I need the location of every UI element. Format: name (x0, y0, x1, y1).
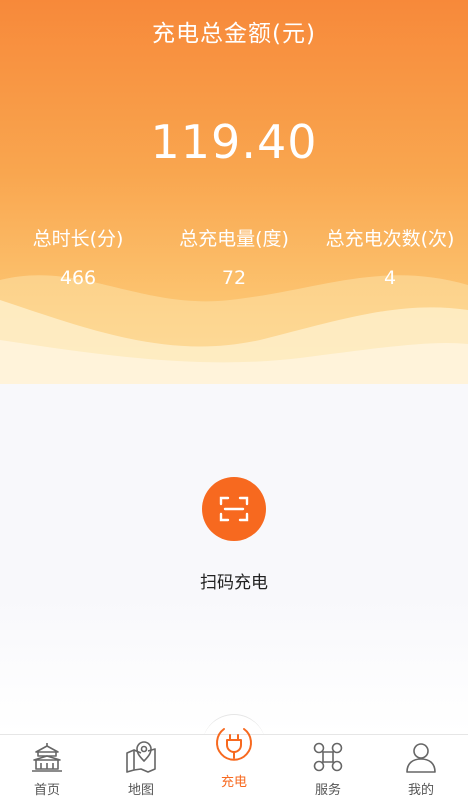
nav-label: 服务 (314, 783, 341, 798)
nav-item-mine[interactable]: 我的 (374, 735, 468, 800)
nav-label: 地图 (127, 783, 154, 798)
nav-label: 我的 (407, 783, 434, 798)
stat-label: 总充电次数(次) (325, 228, 455, 250)
scan-charge-button[interactable] (202, 477, 266, 541)
nav-item-map[interactable]: 地图 (94, 735, 188, 800)
bottom-nav: 首页 地图 充电 服务 我的 (0, 728, 468, 800)
total-amount-title: 充电总金额(元) (152, 21, 316, 47)
main-content: 扫码充电 (0, 384, 468, 734)
plug-icon (216, 728, 252, 761)
service-icon (313, 742, 343, 772)
temple-icon (32, 743, 62, 772)
nav-label: 充电 (220, 775, 247, 790)
stat-label: 总充电量(度) (179, 228, 289, 250)
nav-item-home[interactable]: 首页 (0, 735, 94, 800)
stat-value: 466 (59, 267, 97, 289)
stat-total-duration: 总时长(分) 466 (0, 224, 156, 289)
total-amount-value: 119.40 (150, 115, 318, 169)
map-pin-icon (126, 741, 156, 773)
user-icon (406, 743, 436, 773)
nav-item-charge[interactable]: 充电 (187, 728, 281, 800)
scan-icon (219, 496, 249, 522)
stat-total-count: 总充电次数(次) 4 (312, 224, 468, 289)
summary-header: 充电总金额(元) 119.40 总时长(分) 466 总充电量(度) 72 总充… (0, 0, 468, 384)
stat-value: 72 (221, 267, 247, 289)
stat-total-energy: 总充电量(度) 72 (156, 224, 312, 289)
stat-label: 总时长(分) (32, 228, 124, 250)
scan-charge-label[interactable]: 扫码充电 (0, 568, 468, 593)
nav-item-service[interactable]: 服务 (281, 735, 375, 800)
stat-value: 4 (383, 267, 397, 289)
nav-label: 首页 (33, 783, 60, 798)
